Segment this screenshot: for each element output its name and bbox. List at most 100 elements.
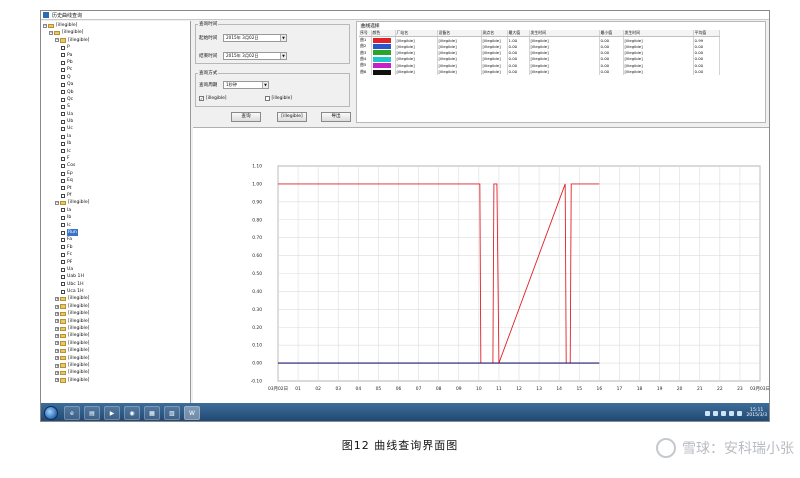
tree-signal-node[interactable]: Ua (43, 266, 190, 273)
tree-signal-node[interactable]: Ib (43, 140, 190, 147)
tree-signal-node[interactable]: Uc (43, 125, 190, 132)
tree-signal-node[interactable]: Eq (43, 177, 190, 184)
color-swatch[interactable] (372, 63, 391, 69)
tree-signal-node[interactable]: Ib (43, 214, 190, 221)
tree-folder-node[interactable]: + [illegible] (43, 332, 190, 339)
tree-folder-node[interactable]: + [illegible] (43, 325, 190, 332)
tree-folder-node[interactable]: + [illegible] (43, 310, 190, 317)
expand-toggle-icon[interactable]: + (55, 319, 59, 324)
tree-folder-node[interactable]: − [illegible] (43, 199, 190, 206)
print-button[interactable]: [illegible] (277, 112, 307, 122)
tree-signal-node[interactable]: Pf (43, 192, 190, 199)
explorer-folder-icon[interactable]: ▤ (84, 406, 100, 420)
tree-signal-node[interactable]: PF (43, 259, 190, 266)
end-time-picker[interactable]: 2015年 3月02日 ▼ (223, 52, 287, 60)
ie-icon[interactable]: e (64, 406, 80, 420)
tree-signal-node[interactable]: Q (43, 74, 190, 81)
color-swatch[interactable] (372, 50, 391, 56)
export-button[interactable]: 导出 (321, 112, 351, 122)
color-swatch[interactable] (372, 43, 391, 49)
expand-toggle-icon[interactable]: + (55, 304, 59, 309)
chevron-down-icon[interactable]: ▼ (262, 82, 268, 88)
color-swatch[interactable] (372, 56, 391, 62)
expand-toggle-icon[interactable]: + (55, 371, 59, 376)
curve-row[interactable]: 曲6 [illegible] [illegible] [illegible] 0.00[… (359, 68, 720, 75)
tree-signal-node[interactable]: Fc (43, 251, 190, 258)
tree-signal-node[interactable]: Pt (43, 185, 190, 192)
tree-signal-node[interactable]: Uca 1H (43, 288, 190, 295)
expand-toggle-icon[interactable]: + (55, 334, 59, 339)
start-button[interactable] (44, 406, 58, 420)
color-swatch[interactable] (372, 37, 391, 43)
system-clock[interactable]: 15:11 2015/3/3 (746, 408, 767, 419)
expand-toggle-icon[interactable]: + (55, 363, 59, 368)
media-player-icon[interactable]: ▶ (104, 406, 120, 420)
tray-icon[interactable] (704, 410, 710, 416)
tree-signal-node[interactable]: Ic (43, 148, 190, 155)
tree-signal-node[interactable]: Qb (43, 89, 190, 96)
tree-folder-node[interactable]: + [illegible] (43, 303, 190, 310)
tree-folder-node[interactable]: − [illegible] (43, 29, 190, 36)
option-checkbox-1[interactable]: ✓ [illegible] (199, 96, 227, 101)
tree-signal-node[interactable]: Fb (43, 244, 190, 251)
tree-folder-node[interactable]: + [illegible] (43, 347, 190, 354)
tree-folder-node[interactable]: + [illegible] (43, 340, 190, 347)
tree-folder-node[interactable]: + [illegible] (43, 362, 190, 369)
tree-folder-node[interactable]: − [illegible] (43, 37, 190, 44)
option-checkbox-2[interactable]: [illegible] (264, 96, 292, 101)
tree-signal-node[interactable]: Ia (43, 133, 190, 140)
tree-folder-node[interactable]: + [illegible] (43, 377, 190, 384)
tree-signal-node[interactable]: F (43, 155, 190, 162)
tree-folder-node[interactable]: + [illegible] (43, 318, 190, 325)
tray-icon[interactable] (720, 410, 726, 416)
tree-signal-node[interactable]: Ua (43, 111, 190, 118)
tree-signal-node[interactable]: Fa (43, 236, 190, 243)
chrome-icon[interactable]: ◉ (124, 406, 140, 420)
tree-folder-node[interactable]: + [illegible] (43, 369, 190, 376)
expand-toggle-icon[interactable]: + (55, 326, 59, 331)
tree-signal-node[interactable]: Ic (43, 222, 190, 229)
tree-signal-node[interactable]: Pb (43, 59, 190, 66)
expand-toggle-icon[interactable]: + (55, 297, 59, 302)
tree-signal-node[interactable]: Run (43, 228, 190, 237)
tree-signal-node[interactable]: Pa (43, 52, 190, 59)
expand-toggle-icon[interactable]: − (49, 31, 53, 36)
tree-signal-node[interactable]: Uab 1H (43, 273, 190, 280)
expand-toggle-icon[interactable]: + (55, 356, 59, 361)
expand-toggle-icon[interactable]: − (55, 201, 59, 206)
expand-toggle-icon[interactable]: + (55, 348, 59, 353)
tree-signal-node[interactable]: Cos (43, 162, 190, 169)
expand-toggle-icon[interactable]: + (55, 341, 59, 346)
tree-signal-node[interactable]: P (43, 44, 190, 51)
tree-signal-node[interactable]: Qa (43, 81, 190, 88)
tray-icon[interactable] (712, 410, 718, 416)
tree-folder-node[interactable]: + [illegible] (43, 295, 190, 302)
tree-signal-node[interactable]: Ia (43, 207, 190, 214)
tree-folder-node[interactable]: + [illegible] (43, 355, 190, 362)
tree-signal-node[interactable]: S (43, 103, 190, 110)
expand-toggle-icon[interactable]: − (43, 23, 47, 28)
tray-icon[interactable] (728, 410, 734, 416)
period-select[interactable]: 1秒钟 ▼ (223, 81, 269, 89)
tree-signal-node[interactable]: Ubc 1H (43, 281, 190, 288)
expand-toggle-icon[interactable]: − (55, 38, 59, 43)
checkbox-icon[interactable]: ✓ (199, 96, 204, 101)
start-time-picker[interactable]: 2015年 3月02日 ▼ (223, 34, 287, 42)
tree-signal-node[interactable]: Ub (43, 118, 190, 125)
color-swatch[interactable] (372, 69, 391, 75)
checkbox-icon[interactable] (264, 96, 270, 101)
query-button[interactable]: 查询 (231, 112, 261, 122)
chevron-down-icon[interactable]: ▼ (280, 53, 286, 59)
chevron-down-icon[interactable]: ▼ (280, 35, 286, 41)
signal-tree[interactable]: − [illegible] − [illegible] − [illegible] P Pa P… (41, 21, 191, 411)
monitor-app-icon[interactable]: W (184, 406, 200, 420)
volume-icon[interactable] (736, 410, 742, 416)
app-icon[interactable]: ▦ (144, 406, 160, 420)
tree-signal-node[interactable]: Pc (43, 66, 190, 73)
app-icon-2[interactable]: ▧ (164, 406, 180, 420)
tree-folder-node[interactable]: − [illegible] (43, 22, 190, 29)
tree-signal-node[interactable]: Qc (43, 96, 190, 103)
tree-signal-node[interactable]: Ep (43, 170, 190, 177)
expand-toggle-icon[interactable]: + (55, 311, 59, 316)
expand-toggle-icon[interactable]: + (55, 378, 59, 383)
